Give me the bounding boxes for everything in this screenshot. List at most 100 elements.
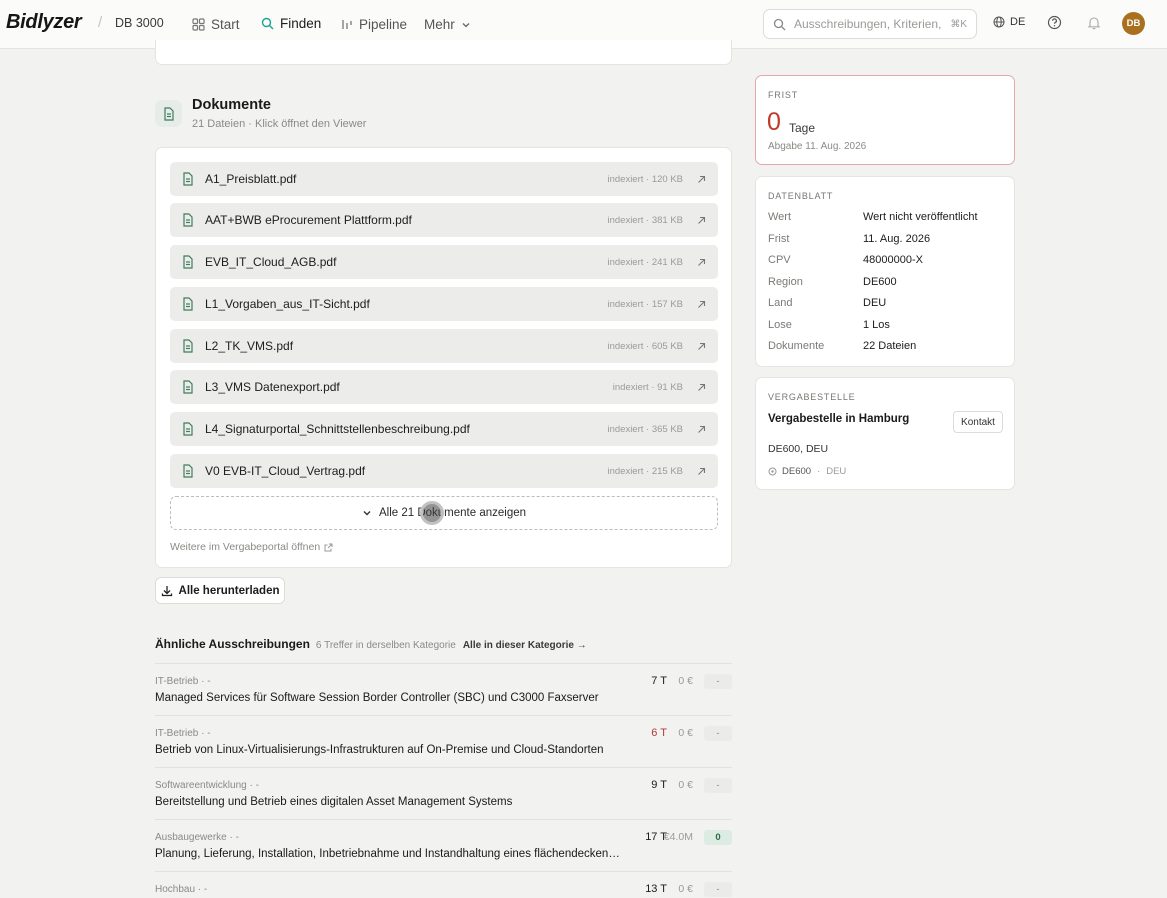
tender-category: Ausbaugewerke · - <box>155 832 239 843</box>
similar-tender-row[interactable]: Hochbau · - 13 T 0 € - <box>155 871 732 898</box>
tender-title: Betrieb von Linux-Virtualisierungs-Infra… <box>155 744 604 756</box>
tender-value: 0 € <box>678 779 693 791</box>
datasheet-key: Land <box>768 297 793 309</box>
document-meta: indexiert · 157 KB <box>607 298 683 310</box>
chevron-down-icon <box>462 22 470 27</box>
datasheet-key: Lose <box>768 319 792 331</box>
tender-score-badge: 0 <box>704 830 732 845</box>
authority-region-tag: DE600 <box>782 466 812 477</box>
file-icon <box>163 106 174 121</box>
file-icon <box>183 380 193 394</box>
app-logo[interactable]: Bidlyzer <box>6 11 82 34</box>
document-name: A1_Preisblatt.pdf <box>205 172 297 186</box>
tag-separator: · <box>817 466 821 477</box>
tender-score-badge: - <box>704 674 732 689</box>
similar-tender-row[interactable]: IT-Betrieb · - Managed Services für Soft… <box>155 663 732 715</box>
contact-button[interactable]: Kontakt <box>953 411 1003 433</box>
datasheet-value: 11. Aug. 2026 <box>863 233 931 245</box>
datasheet-card: Datenblatt Wert Wert nicht veröffentlich… <box>755 176 1015 367</box>
grid-icon <box>192 18 205 31</box>
document-meta: indexiert · 365 KB <box>607 423 683 435</box>
tender-days-left: 9 T <box>651 779 667 791</box>
document-row[interactable]: AAT+BWB eProcurement Plattform.pdf index… <box>170 203 718 237</box>
search-placeholder: Ausschreibungen, Kriterien, <box>794 17 942 31</box>
datasheet-key: Frist <box>768 233 790 245</box>
document-name: L1_Vorgaben_aus_IT-Sicht.pdf <box>205 297 370 311</box>
external-link-icon[interactable] <box>697 258 706 267</box>
document-row[interactable]: L1_Vorgaben_aus_IT-Sicht.pdf indexiert ·… <box>170 287 718 321</box>
datasheet-label: Datenblatt <box>768 191 834 201</box>
location-pin-icon <box>768 467 777 476</box>
document-row[interactable]: V0 EVB-IT_Cloud_Vertrag.pdf indexiert · … <box>170 454 718 488</box>
similar-tenders-header: Ähnliche Ausschreibungen 6 Treffer in de… <box>155 637 587 651</box>
external-link-icon[interactable] <box>697 300 706 309</box>
similar-tender-row[interactable]: IT-Betrieb · - Betrieb von Linux-Virtual… <box>155 715 732 767</box>
tender-value: €4.0M <box>663 831 693 843</box>
datasheet-value: 1 Los <box>863 319 890 331</box>
document-row[interactable]: L3_VMS Datenexport.pdf indexiert · 91 KB <box>170 370 718 404</box>
vergabeportal-link[interactable]: Weitere im Vergabeportal öffnen <box>170 541 333 553</box>
datasheet-key: Dokumente <box>768 340 825 352</box>
show-all-documents-button[interactable]: Alle 21 Dokumente anzeigen <box>170 496 718 530</box>
globe-icon <box>993 16 1005 28</box>
tender-value: 0 € <box>678 883 693 895</box>
tender-title: Bereitstellung und Betrieb eines digital… <box>155 796 513 808</box>
tender-score-badge: - <box>704 778 732 793</box>
document-meta: indexiert · 120 KB <box>607 173 683 185</box>
tender-value: 0 € <box>678 675 693 687</box>
bell-icon[interactable] <box>1087 15 1101 30</box>
documents-card: A1_Preisblatt.pdf indexiert · 120 KB AAT… <box>155 147 732 568</box>
authority-address: DE600, DEU <box>768 443 829 455</box>
external-link-icon[interactable] <box>697 342 706 351</box>
document-name: L3_VMS Datenexport.pdf <box>205 380 340 394</box>
document-name: L4_Signaturportal_Schnittstellenbeschrei… <box>205 422 470 436</box>
authority-label: Vergabestelle <box>768 392 856 402</box>
similar-tender-row[interactable]: Ausbaugewerke · - Planung, Lieferung, In… <box>155 819 732 871</box>
document-row[interactable]: EVB_IT_Cloud_AGB.pdf indexiert · 241 KB <box>170 245 718 279</box>
all-in-category-link[interactable]: Alle in dieser Kategorie → <box>463 640 587 651</box>
nav-finden-label: Finden <box>280 16 322 31</box>
download-icon <box>161 585 172 596</box>
search-icon <box>773 18 786 30</box>
workspace-switcher[interactable]: DB 3000 <box>115 16 164 30</box>
user-avatar[interactable]: DB <box>1122 12 1145 35</box>
external-link-icon[interactable] <box>697 467 706 476</box>
overview-card <box>155 40 732 65</box>
download-all-label: Alle herunterladen <box>178 584 280 597</box>
language-switcher[interactable]: DE <box>993 16 1025 28</box>
datasheet-value: Wert nicht veröffentlicht <box>863 211 978 223</box>
document-name: L2_TK_VMS.pdf <box>205 339 294 353</box>
document-meta: indexiert · 91 KB <box>612 381 683 393</box>
authority-tags: DE600 · DEU <box>768 466 846 477</box>
datasheet-key: CPV <box>768 254 791 266</box>
language-label: DE <box>1010 16 1026 28</box>
document-row[interactable]: A1_Preisblatt.pdf indexiert · 120 KB <box>170 162 718 196</box>
external-link-icon[interactable] <box>697 175 706 184</box>
download-all-button[interactable]: Alle herunterladen <box>155 577 285 604</box>
tender-score-badge: - <box>704 726 732 741</box>
tender-days-left: 7 T <box>651 675 667 687</box>
external-link-icon[interactable] <box>697 216 706 225</box>
datasheet-value: 48000000-X <box>863 254 923 266</box>
external-link-icon[interactable] <box>697 425 706 434</box>
document-row[interactable]: L2_TK_VMS.pdf indexiert · 605 KB <box>170 329 718 363</box>
tender-category: IT-Betrieb · - <box>155 728 211 739</box>
pipeline-icon <box>342 20 352 29</box>
tender-category: IT-Betrieb · - <box>155 676 211 687</box>
nav-mehr-label: Mehr <box>424 17 455 32</box>
external-link-icon[interactable] <box>697 383 706 392</box>
nav-pipeline-label: Pipeline <box>359 17 408 32</box>
tender-title: Planung, Lieferung, Installation, Inbetr… <box>155 848 625 860</box>
show-all-label: Alle 21 Dokumente anzeigen <box>378 507 527 519</box>
datasheet-value: DEU <box>863 297 887 309</box>
global-search-input[interactable]: Ausschreibungen, Kriterien, ⌘K <box>763 9 977 39</box>
help-icon[interactable] <box>1047 15 1062 30</box>
deadline-card: Frist 0 Tage Abgabe 11. Aug. 2026 <box>755 75 1015 165</box>
documents-subtitle: 21 Dateien · Klick öffnet den Viewer <box>192 118 367 130</box>
authority-country-tag: DEU <box>826 466 847 477</box>
document-row[interactable]: L4_Signaturportal_Schnittstellenbeschrei… <box>170 412 718 446</box>
similar-tender-row[interactable]: Softwareentwicklung · - Bereitstellung u… <box>155 767 732 819</box>
authority-name: Vergabestelle in Hamburg <box>768 413 910 425</box>
document-name: EVB_IT_Cloud_AGB.pdf <box>205 255 337 269</box>
datasheet-value: DE600 <box>863 276 897 288</box>
